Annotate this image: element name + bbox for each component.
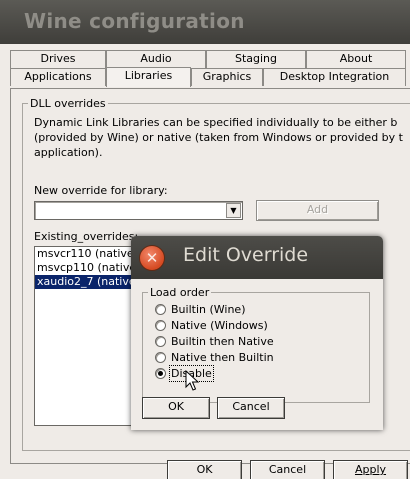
list-item[interactable]: msvcp110 (native,	[35, 261, 143, 275]
load-order-title: Load order	[148, 285, 212, 300]
tab-drives[interactable]: Drives	[10, 50, 106, 68]
new-override-combo[interactable]: ▼	[34, 201, 243, 220]
description-line-1: Dynamic Link Libraries can be specified …	[34, 116, 398, 129]
apply-button[interactable]: Apply	[333, 460, 408, 479]
radio-disable[interactable]: Disable	[155, 365, 335, 382]
description-line-3: application).	[34, 146, 103, 159]
add-button[interactable]: Add	[256, 200, 379, 221]
close-icon[interactable]: ✕	[139, 245, 165, 271]
list-item[interactable]: msvcr110 (native,	[35, 247, 143, 261]
tab-staging[interactable]: Staging	[206, 50, 306, 68]
tab-libraries[interactable]: Libraries	[106, 67, 191, 87]
tab-graphics[interactable]: Graphics	[191, 68, 263, 86]
tab-desktop-integration[interactable]: Desktop Integration	[263, 68, 406, 86]
radio-button[interactable]	[155, 320, 166, 331]
existing-overrides-list[interactable]: msvcr110 (native, msvcp110 (native, xaud…	[34, 246, 144, 426]
existing-overrides-label: Existing_overrides:	[34, 230, 139, 243]
tab-about[interactable]: About	[306, 50, 406, 68]
window-titlebar[interactable]: Wine configuration	[0, 0, 410, 44]
dialog-title: Edit Override	[183, 244, 309, 266]
radio-native-windows[interactable]: Native (Windows)	[155, 318, 335, 334]
dialog-ok-button[interactable]: OK	[142, 397, 210, 419]
window-title: Wine configuration	[24, 9, 245, 33]
ok-button[interactable]: OK	[167, 460, 242, 479]
dialog-cancel-button[interactable]: Cancel	[217, 397, 285, 419]
edit-override-dialog: ✕ Edit Override Load order Builtin (Wine…	[131, 236, 383, 430]
tab-applications[interactable]: Applications	[10, 68, 106, 86]
radio-native-then-builtin[interactable]: Native then Builtin	[155, 350, 335, 366]
radio-builtin-wine[interactable]: Builtin (Wine)	[155, 302, 335, 318]
chevron-down-icon[interactable]: ▼	[226, 203, 241, 218]
radio-builtin-then-native[interactable]: Builtin then Native	[155, 334, 335, 350]
dll-overrides-title: DLL overrides	[28, 96, 108, 111]
list-item-selected[interactable]: xaudio2_7 (native	[35, 275, 143, 289]
radio-button[interactable]	[155, 336, 166, 347]
tab-audio[interactable]: Audio	[106, 50, 206, 68]
description-line-2: (provided by Wine) or native (taken from…	[34, 131, 403, 144]
radio-button[interactable]	[155, 304, 166, 315]
radio-button-selected[interactable]	[155, 368, 166, 379]
new-override-label: New override for library:	[34, 184, 168, 197]
radio-button[interactable]	[155, 352, 166, 363]
mouse-cursor-icon	[185, 370, 199, 391]
cancel-button[interactable]: Cancel	[250, 460, 325, 479]
dialog-titlebar[interactable]: ✕ Edit Override	[131, 236, 383, 279]
